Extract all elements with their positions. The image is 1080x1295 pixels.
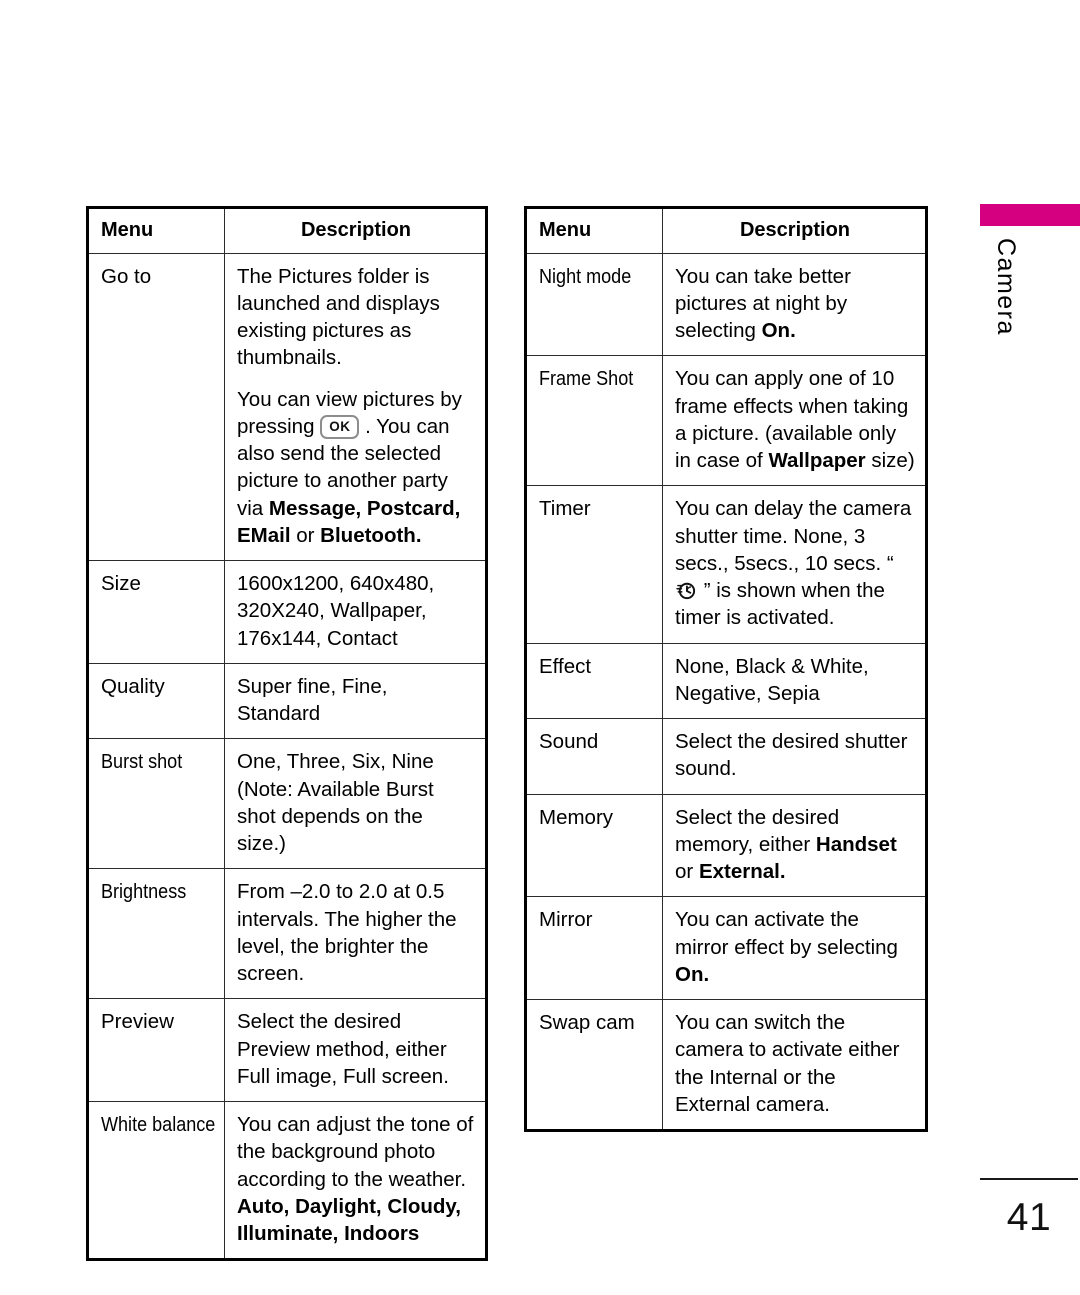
menu-name-label: White balance bbox=[101, 1113, 216, 1137]
description-cell: From –2.0 to 2.0 at 0.5 intervals. The h… bbox=[224, 868, 487, 1000]
table-body: Go to The Pictures folder is launched and… bbox=[87, 252, 487, 1261]
description-cell: Super fine, Fine, Standard bbox=[224, 662, 487, 740]
menu-name-cell: Timer bbox=[525, 485, 663, 644]
table-row: Sound Select the desired shutter sound. bbox=[525, 718, 927, 795]
description-cell: You can apply one of 10 frame effects wh… bbox=[662, 355, 927, 487]
description-paragraph: Select the desired memory, either Handse… bbox=[675, 805, 897, 884]
table-row: Preview Select the desired Preview method… bbox=[87, 998, 487, 1103]
table-row: Night mode You can take better pictures a… bbox=[525, 252, 927, 357]
menu-name-label: Night mode bbox=[539, 264, 632, 288]
menu-name-cell: Effect bbox=[525, 642, 663, 720]
table-row: Effect None, Black & White, Negative, Sep… bbox=[525, 642, 927, 720]
description-paragraph: None, Black & White, Negative, Sepia bbox=[675, 654, 869, 705]
description-paragraph: The Pictures folder is launched and disp… bbox=[237, 264, 440, 370]
ok-key-icon: OK bbox=[320, 414, 360, 440]
menu-name-cell: Size bbox=[87, 560, 225, 664]
description-cell: Select the desired Preview method, eithe… bbox=[224, 998, 487, 1103]
camera-settings-table-2: Menu Description Night mode You can take … bbox=[524, 206, 928, 1133]
description-cell: Select the desired shutter sound. bbox=[662, 718, 927, 795]
description-cell: One, Three, Six, Nine (Note: Available B… bbox=[224, 738, 487, 870]
description-paragraph: Select the desired Preview method, eithe… bbox=[237, 1010, 449, 1088]
menu-name-cell: Night mode bbox=[525, 252, 663, 357]
camera-settings-table-1: Menu Description Go to The Pictures folde… bbox=[86, 206, 488, 1262]
menu-name-label: Frame Shot bbox=[539, 367, 634, 391]
table-row: Timer You can delay the camera shutter ti… bbox=[525, 485, 927, 644]
description-paragraph: 1600x1200, 640x480, 320X240, Wallpaper, … bbox=[237, 572, 435, 650]
description-cell: The Pictures folder is launched and disp… bbox=[224, 252, 487, 562]
table-row: Swap cam You can switch the camera to act… bbox=[525, 999, 927, 1132]
description-cell: You can delay the camera shutter time. N… bbox=[662, 485, 927, 644]
description-paragraph: You can view pictures by pressing OK . Y… bbox=[237, 387, 462, 547]
column-header-menu: Menu bbox=[525, 207, 663, 254]
table-row: Go to The Pictures folder is launched and… bbox=[87, 252, 487, 562]
menu-name-cell: Burst shot bbox=[87, 738, 225, 870]
emphasised-term: Handset bbox=[815, 832, 897, 856]
emphasised-term: Auto, Daylight, Cloudy, Illuminate, Indo… bbox=[237, 1194, 461, 1246]
description-cell: 1600x1200, 640x480, 320X240, Wallpaper, … bbox=[224, 560, 487, 664]
table-row: Quality Super fine, Fine, Standard bbox=[87, 662, 487, 740]
table-row: Brightness From –2.0 to 2.0 at 0.5 interv… bbox=[87, 868, 487, 1000]
table-row: Burst shot One, Three, Six, Nine (Note: A… bbox=[87, 738, 487, 870]
chapter-tab-color-bar bbox=[980, 204, 1080, 226]
description-paragraph: From –2.0 to 2.0 at 0.5 intervals. The h… bbox=[237, 880, 457, 986]
table-row: Size 1600x1200, 640x480, 320X240, Wallpap… bbox=[87, 560, 487, 664]
description-paragraph: You can delay the camera shutter time. N… bbox=[675, 497, 912, 630]
menu-name-cell: Frame Shot bbox=[525, 355, 663, 487]
description-paragraph: One, Three, Six, Nine (Note: Available B… bbox=[237, 750, 434, 856]
manual-page: Menu Description Go to The Pictures folde… bbox=[0, 0, 1080, 1295]
table-body: Night mode You can take better pictures a… bbox=[525, 252, 927, 1132]
column-header-menu: Menu bbox=[87, 207, 225, 254]
description-cell: You can switch the camera to activate ei… bbox=[662, 999, 927, 1132]
description-paragraph: You can apply one of 10 frame effects wh… bbox=[675, 367, 915, 473]
description-paragraph: You can adjust the tone of the backgroun… bbox=[237, 1113, 474, 1246]
description-cell: You can adjust the tone of the backgroun… bbox=[224, 1101, 487, 1261]
description-paragraph: You can switch the camera to activate ei… bbox=[675, 1011, 900, 1116]
chapter-tab-label: Camera bbox=[992, 238, 1020, 336]
table-row: Memory Select the desired memory, either … bbox=[525, 793, 927, 898]
description-paragraph: Select the desired shutter sound. bbox=[675, 730, 908, 781]
menu-name-cell: Preview bbox=[87, 998, 225, 1103]
timer-icon bbox=[676, 580, 697, 601]
table-row: Frame Shot You can apply one of 10 frame … bbox=[525, 355, 927, 487]
description-cell: Select the desired memory, either Handse… bbox=[662, 793, 927, 898]
footer-divider bbox=[980, 1178, 1078, 1180]
column-header-description: Description bbox=[662, 207, 927, 254]
menu-name-cell: Sound bbox=[525, 718, 663, 795]
menu-name-cell: Swap cam bbox=[525, 999, 663, 1132]
page-number: 41 bbox=[1006, 1196, 1052, 1239]
description-cell: You can activate the mirror effect by se… bbox=[662, 896, 927, 1001]
menu-name-cell: Brightness bbox=[87, 868, 225, 1000]
menu-name-cell: Memory bbox=[525, 793, 663, 898]
emphasised-term: External. bbox=[698, 860, 786, 884]
menu-name-cell: Mirror bbox=[525, 896, 663, 1001]
menu-name-cell: Quality bbox=[87, 662, 225, 740]
table-row: Mirror You can activate the mirror effect… bbox=[525, 896, 927, 1001]
description-paragraph: You can activate the mirror effect by se… bbox=[675, 908, 898, 986]
description-paragraph: Super fine, Fine, Standard bbox=[237, 674, 388, 726]
emphasised-term: On. bbox=[761, 319, 796, 343]
menu-name-cell: White balance bbox=[87, 1101, 225, 1261]
table-header-row: Menu Description bbox=[525, 207, 927, 254]
menu-name-label: Burst shot bbox=[101, 750, 183, 774]
menu-name-cell: Go to bbox=[87, 252, 225, 562]
column-header-description: Description bbox=[224, 207, 487, 254]
emphasised-term: Bluetooth. bbox=[320, 523, 422, 547]
table-header-row: Menu Description bbox=[87, 207, 487, 254]
description-cell: You can take better pictures at night by… bbox=[662, 252, 927, 357]
emphasised-term: Wallpaper bbox=[768, 449, 866, 473]
emphasised-term: On. bbox=[675, 962, 710, 986]
menu-name-label: Brightness bbox=[101, 880, 187, 904]
description-cell: None, Black & White, Negative, Sepia bbox=[662, 642, 927, 720]
table-row: White balance You can adjust the tone of … bbox=[87, 1101, 487, 1261]
description-paragraph: You can take better pictures at night by… bbox=[675, 264, 851, 343]
